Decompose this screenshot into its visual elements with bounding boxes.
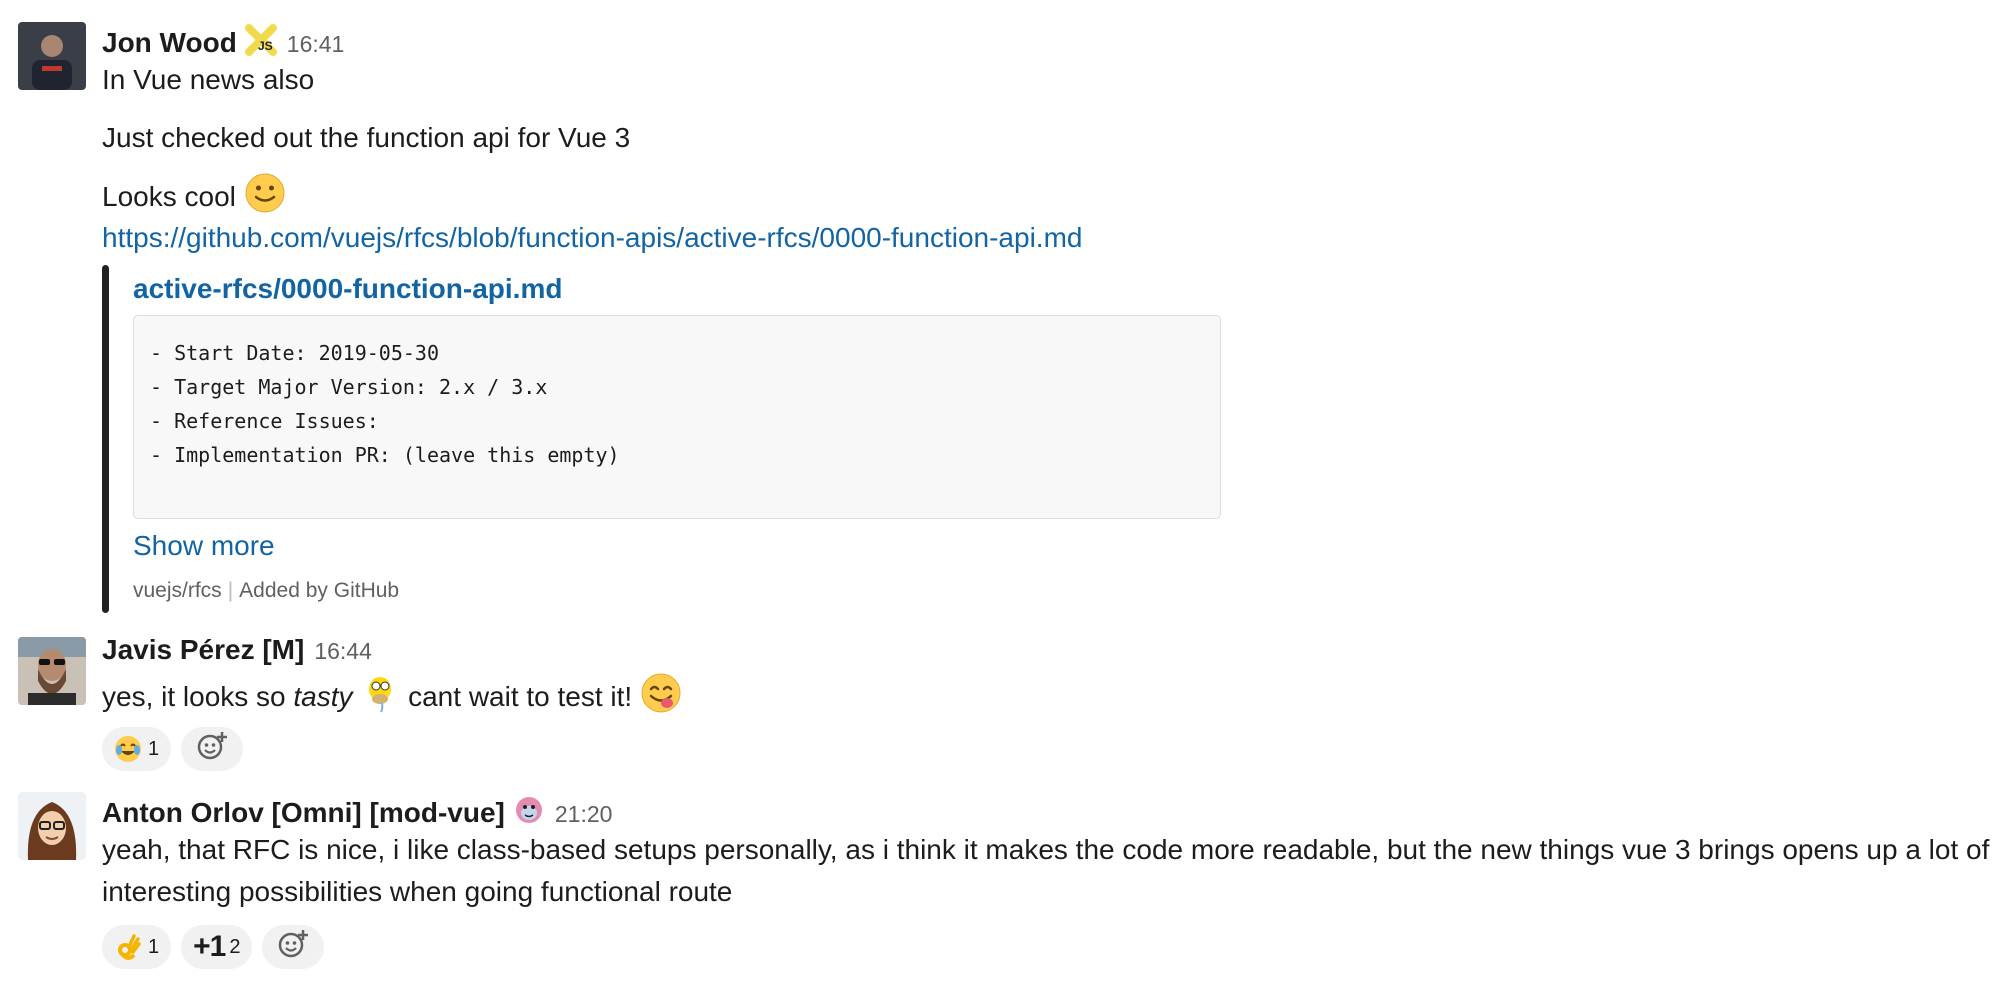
reaction-ok-hand[interactable]: 1 bbox=[102, 925, 172, 969]
timestamp[interactable]: 16:44 bbox=[314, 638, 372, 665]
message-text: yes, it looks so bbox=[102, 680, 294, 712]
reaction-count: 1 bbox=[148, 935, 160, 958]
message-text-row: yes, it looks so tasty cant wait to test… bbox=[102, 672, 682, 725]
add-reaction-button[interactable] bbox=[181, 727, 244, 771]
author-name[interactable]: Jon Wood bbox=[102, 27, 237, 59]
plus-one-emoji: +1 bbox=[193, 930, 226, 963]
attachment-added-by: Added by GitHub bbox=[239, 579, 400, 602]
message-link-row: https://github.com/vuejs/rfcs/blob/funct… bbox=[102, 218, 1082, 258]
avatar-anton-orlov[interactable] bbox=[18, 792, 86, 860]
message-header: Anton Orlov [Omni] [mod-vue] 21:20 bbox=[102, 790, 612, 829]
avatar-javis-perez[interactable] bbox=[18, 637, 86, 705]
message-text: interesting possibilities when going fun… bbox=[102, 876, 733, 907]
code-line: - Target Major Version: 2.x / 3.x bbox=[150, 375, 548, 399]
yum-face-icon bbox=[640, 672, 682, 725]
js-status-icon: JS bbox=[244, 24, 277, 56]
reactions-row: 1 bbox=[102, 727, 244, 771]
github-link[interactable]: https://github.com/vuejs/rfcs/blob/funct… bbox=[102, 222, 1082, 253]
timestamp[interactable]: 21:20 bbox=[555, 801, 613, 828]
footer-separator: | bbox=[227, 579, 234, 602]
svg-text:JS: JS bbox=[258, 39, 273, 53]
code-line: - Implementation PR: (leave this empty) bbox=[150, 443, 620, 467]
message-text: Looks cool bbox=[102, 180, 236, 212]
attachment-source[interactable]: vuejs/rfcs bbox=[133, 579, 222, 602]
reaction-count: 1 bbox=[148, 737, 160, 760]
reactions-row: 1 +1 2 bbox=[102, 925, 325, 969]
message-header: Jon Wood JS 16:41 bbox=[102, 20, 344, 59]
attachment-title[interactable]: active-rfcs/0000-function-api.md bbox=[133, 273, 562, 305]
attachment-bar bbox=[102, 265, 109, 613]
reaction-joy[interactable]: 1 bbox=[102, 727, 172, 771]
code-preview: - Start Date: 2019-05-30 - Target Major … bbox=[133, 315, 1221, 519]
gorilla-status-icon bbox=[513, 794, 545, 826]
message-text: cant wait to test it! bbox=[408, 680, 633, 712]
reaction-plus-one[interactable]: +1 2 bbox=[181, 925, 253, 969]
add-reaction-icon bbox=[277, 928, 309, 966]
attachment-footer: vuejs/rfcs | Added by GitHub bbox=[133, 579, 399, 603]
show-more-link[interactable]: Show more bbox=[133, 530, 275, 562]
ok-hand-icon bbox=[114, 933, 142, 961]
add-reaction-icon bbox=[196, 730, 228, 768]
message-text: Just checked out the function api for Vu… bbox=[102, 122, 631, 153]
timestamp[interactable]: 16:41 bbox=[287, 31, 345, 58]
message-text: In Vue news also bbox=[102, 64, 315, 95]
reaction-count: 2 bbox=[229, 935, 241, 958]
add-reaction-button[interactable] bbox=[262, 925, 325, 969]
code-line: - Start Date: 2019-05-30 bbox=[150, 341, 439, 365]
author-name[interactable]: Anton Orlov [Omni] [mod-vue] bbox=[102, 797, 505, 829]
avatar-jon-wood[interactable] bbox=[18, 22, 86, 90]
joy-icon bbox=[114, 735, 142, 763]
message-header: Javis Pérez [M] 16:44 bbox=[102, 634, 372, 666]
link-unfurl-attachment: active-rfcs/0000-function-api.md - Start… bbox=[102, 265, 1242, 613]
homer-drool-icon bbox=[360, 673, 400, 724]
message-text-italic: tasty bbox=[293, 680, 353, 712]
author-name[interactable]: Javis Pérez [M] bbox=[102, 634, 304, 666]
code-line: - Reference Issues: bbox=[150, 409, 379, 433]
message-text: yeah, that RFC is nice, i like class-bas… bbox=[102, 834, 1990, 865]
